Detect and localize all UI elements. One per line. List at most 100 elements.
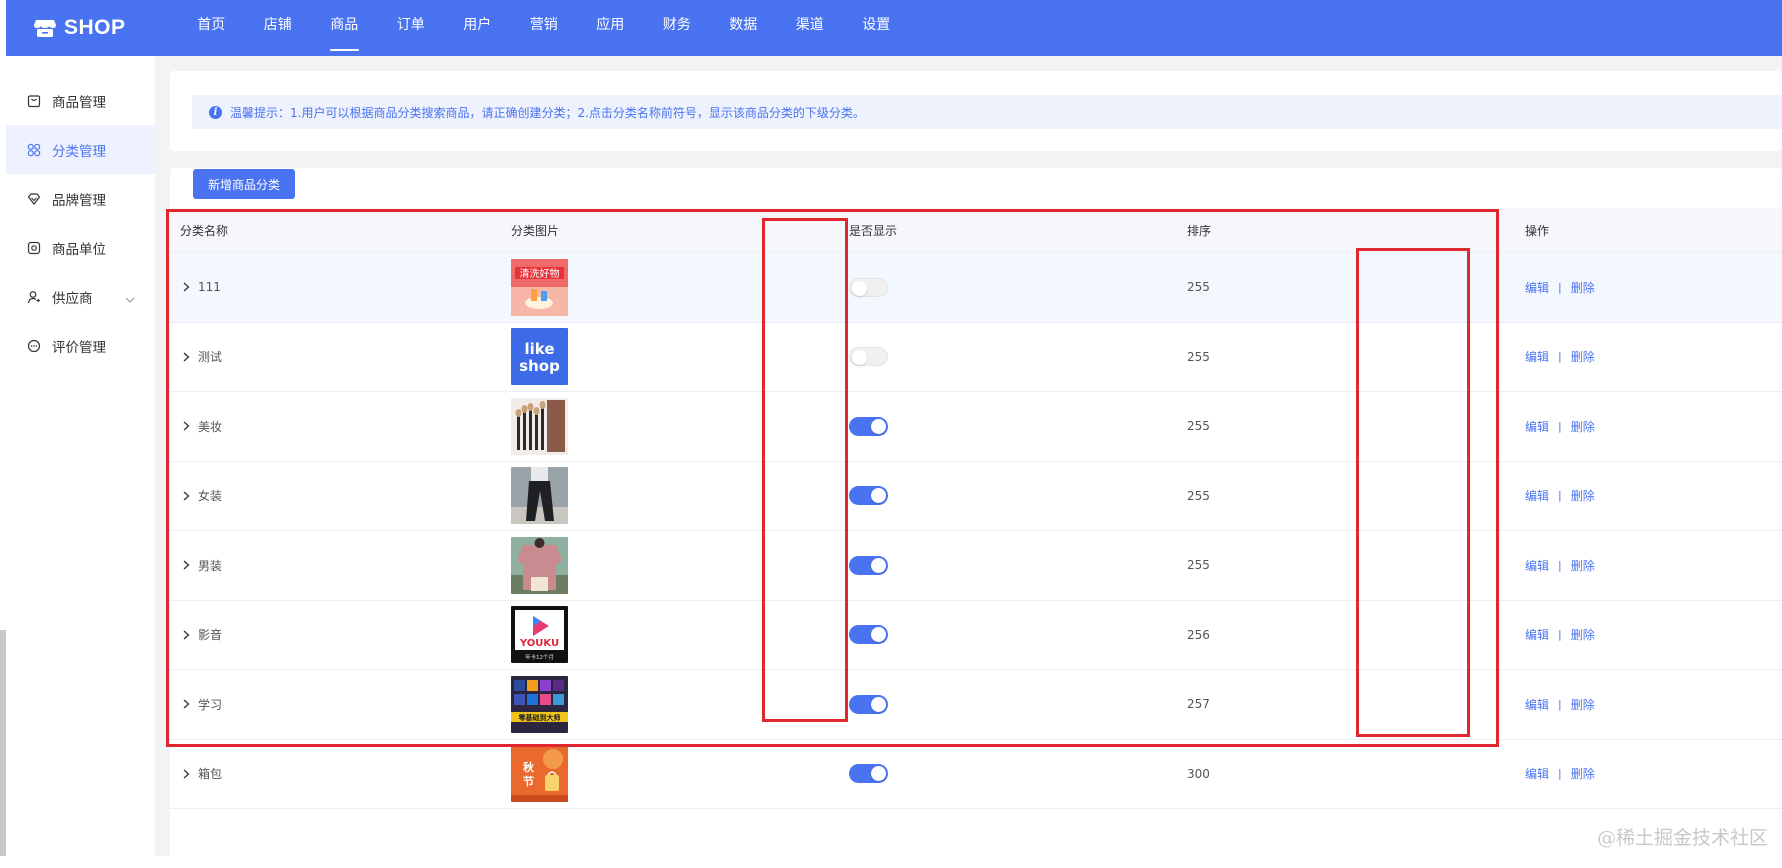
show-toggle[interactable] — [849, 278, 888, 297]
svg-text:like: like — [524, 340, 554, 358]
cell-sort: 255 — [1187, 280, 1525, 294]
nav-item-1[interactable]: 店铺 — [245, 0, 312, 56]
category-thumbnail: YOUKU 年卡12个月 — [511, 606, 568, 663]
edit-link[interactable]: 编辑 — [1525, 279, 1549, 296]
ops-separator: | — [1558, 559, 1562, 572]
cell-name: 女装 — [170, 487, 511, 504]
header-name: 分类名称 — [170, 222, 511, 239]
toggle-knob — [852, 350, 867, 365]
table-row: 测试likeshop255编辑|删除 — [170, 323, 1782, 393]
watermark: @稀土掘金技术社区 — [1597, 823, 1768, 850]
edit-link[interactable]: 编辑 — [1525, 487, 1549, 504]
sidebar-item-label: 供应商 — [52, 287, 93, 307]
edit-link[interactable]: 编辑 — [1525, 557, 1549, 574]
show-toggle[interactable] — [849, 556, 888, 575]
category-name: 影音 — [198, 626, 222, 643]
logo[interactable]: SHOP — [34, 16, 178, 40]
category-thumbnail: 清洗好物 — [511, 259, 568, 316]
nav-item-6[interactable]: 应用 — [577, 0, 644, 56]
expand-chevron-icon[interactable] — [180, 420, 192, 432]
sidebar-item-4[interactable]: 供应商 — [6, 272, 155, 321]
cell-sort: 256 — [1187, 628, 1525, 642]
svg-text:年卡12个月: 年卡12个月 — [525, 653, 554, 661]
delete-link[interactable]: 删除 — [1571, 765, 1595, 782]
unit-icon — [27, 241, 41, 255]
edit-link[interactable]: 编辑 — [1525, 348, 1549, 365]
delete-link[interactable]: 删除 — [1571, 696, 1595, 713]
svg-text:YOUKU: YOUKU — [519, 638, 559, 649]
nav-item-10[interactable]: 设置 — [843, 0, 910, 56]
sidebar-item-label: 商品管理 — [52, 91, 106, 111]
table-row: 男装255编辑|删除 — [170, 531, 1782, 601]
cell-image: likeshop — [511, 328, 849, 385]
svg-text:秋: 秋 — [523, 760, 535, 774]
sidebar-item-3[interactable]: 商品单位 — [6, 223, 155, 272]
show-toggle[interactable] — [849, 486, 888, 505]
delete-link[interactable]: 删除 — [1571, 626, 1595, 643]
nav-item-4[interactable]: 用户 — [444, 0, 511, 56]
cell-ops: 编辑 | 删除 — [1525, 557, 1782, 574]
category-name: 测试 — [198, 348, 222, 365]
nav-item-7[interactable]: 财务 — [644, 0, 711, 56]
edit-link[interactable]: 编辑 — [1525, 696, 1549, 713]
show-toggle[interactable] — [849, 764, 888, 783]
delete-link[interactable]: 删除 — [1571, 279, 1595, 296]
delete-link[interactable]: 删除 — [1571, 418, 1595, 435]
expand-chevron-icon[interactable] — [180, 559, 192, 571]
show-toggle[interactable] — [849, 625, 888, 644]
table-body: 111清洗好物255编辑|删除测试likeshop255编辑|删除美妆255编辑… — [170, 253, 1782, 809]
edit-link[interactable]: 编辑 — [1525, 626, 1549, 643]
sidebar-item-5[interactable]: 评价管理 — [6, 321, 155, 370]
show-toggle[interactable] — [849, 347, 888, 366]
cell-name: 影音 — [170, 626, 511, 643]
cell-sort: 255 — [1187, 489, 1525, 503]
nav-item-2[interactable]: 商品 — [311, 0, 378, 56]
cell-sort: 255 — [1187, 419, 1525, 433]
tip-text: 温馨提示：1.用户可以根据商品分类搜索商品，请正确创建分类；2.点击分类名称前符… — [230, 104, 865, 121]
toggle-knob — [871, 627, 886, 642]
nav-item-5[interactable]: 营销 — [511, 0, 578, 56]
sidebar-item-label: 评价管理 — [52, 336, 106, 356]
sidebar-item-label: 品牌管理 — [52, 189, 106, 209]
cell-ops: 编辑|删除 — [1525, 487, 1782, 504]
nav-item-8[interactable]: 数据 — [710, 0, 777, 56]
expand-chevron-icon[interactable] — [180, 490, 192, 502]
expand-chevron-icon[interactable] — [180, 281, 192, 293]
table-row: 美妆255编辑|删除 — [170, 392, 1782, 462]
cell-sort: 257 — [1187, 697, 1525, 711]
sidebar-item-2[interactable]: 品牌管理 — [6, 174, 155, 223]
nav-item-3[interactable]: 订单 — [378, 0, 445, 56]
delete-link[interactable]: 删除 — [1571, 557, 1595, 574]
table-row: 女装 255编辑|删除 — [170, 462, 1782, 532]
show-toggle[interactable] — [849, 417, 888, 436]
ops-separator: | — [1558, 628, 1562, 641]
cell-show — [849, 417, 1187, 436]
info-icon: i — [209, 106, 222, 119]
category-thumbnail — [511, 467, 568, 524]
category-name: 111 — [198, 280, 221, 294]
expand-chevron-icon[interactable] — [180, 698, 192, 710]
expand-chevron-icon[interactable] — [180, 351, 192, 363]
category-name: 箱包 — [198, 765, 222, 782]
edit-link[interactable]: 编辑 — [1525, 418, 1549, 435]
tip-banner: i 温馨提示：1.用户可以根据商品分类搜索商品，请正确创建分类；2.点击分类名称… — [192, 95, 1782, 129]
expand-chevron-icon[interactable] — [180, 768, 192, 780]
add-category-button[interactable]: 新增商品分类 — [193, 169, 295, 199]
expand-chevron-icon[interactable] — [180, 629, 192, 641]
table-row: 111清洗好物255编辑|删除 — [170, 253, 1782, 323]
cell-image — [511, 467, 849, 524]
cell-show — [849, 695, 1187, 714]
ops-separator: | — [1558, 767, 1562, 780]
cell-image: 零基础到大师 — [511, 676, 849, 733]
category-name: 美妆 — [198, 418, 222, 435]
supplier-user-icon — [27, 290, 41, 304]
sidebar-item-0[interactable]: 商品管理 — [6, 76, 155, 125]
delete-link[interactable]: 删除 — [1571, 487, 1595, 504]
nav-item-9[interactable]: 渠道 — [777, 0, 844, 56]
cell-show — [849, 278, 1187, 297]
sidebar-item-1[interactable]: 分类管理 — [6, 125, 155, 174]
delete-link[interactable]: 删除 — [1571, 348, 1595, 365]
nav-item-0[interactable]: 首页 — [178, 0, 245, 56]
show-toggle[interactable] — [849, 695, 888, 714]
edit-link[interactable]: 编辑 — [1525, 765, 1549, 782]
